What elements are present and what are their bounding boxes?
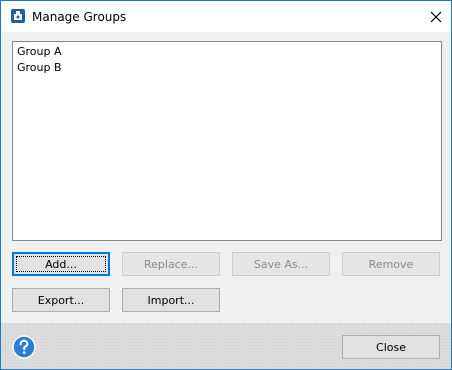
app-icon (10, 8, 26, 24)
import-button[interactable]: Import... (122, 288, 220, 312)
list-item[interactable]: Group B (17, 60, 62, 76)
export-button-label: Export... (37, 293, 85, 307)
list-item[interactable]: Group A (17, 44, 62, 60)
close-icon[interactable] (421, 3, 451, 30)
save-as-button[interactable]: Save As... (232, 252, 330, 276)
remove-button[interactable]: Remove (342, 252, 440, 276)
help-icon[interactable] (12, 335, 36, 359)
close-button-label: Close (376, 340, 406, 354)
manage-groups-dialog: Manage Groups Group A Group B Add... Rep… (0, 0, 452, 370)
replace-button-label: Replace... (143, 257, 198, 271)
title-bar[interactable]: Manage Groups (1, 1, 451, 32)
remove-button-label: Remove (368, 257, 414, 271)
save-as-button-label: Save As... (253, 257, 309, 271)
window-title: Manage Groups (32, 10, 127, 24)
import-button-label: Import... (147, 293, 195, 307)
close-button[interactable]: Close (342, 335, 440, 359)
add-button[interactable]: Add... (12, 252, 110, 276)
add-button-label: Add... (45, 257, 77, 271)
groups-list[interactable]: Group A Group B (12, 41, 442, 241)
export-button[interactable]: Export... (12, 288, 110, 312)
replace-button[interactable]: Replace... (122, 252, 220, 276)
